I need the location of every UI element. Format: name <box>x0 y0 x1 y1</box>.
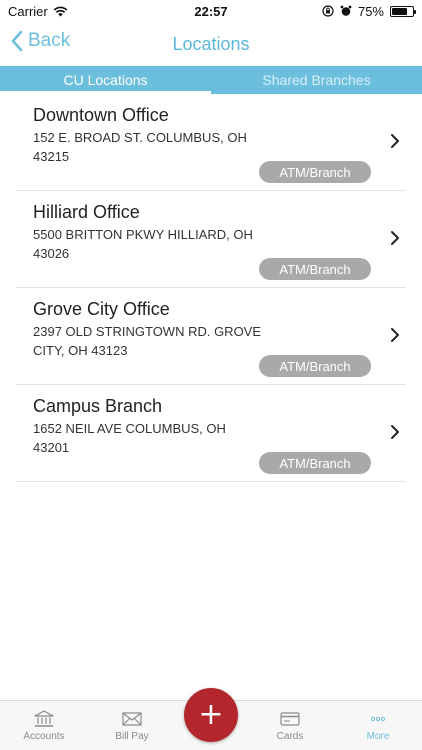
tab-accounts-label: Accounts <box>23 731 65 742</box>
status-left: Carrier <box>8 4 138 19</box>
battery-fill <box>392 7 407 15</box>
location-address: 5500 BRITTON PKWY HILLIARD, OH 43026 <box>33 227 253 261</box>
alarm-icon <box>340 5 352 16</box>
tab-shared-branches[interactable]: Shared Branches <box>211 66 422 94</box>
tab-bill-pay-label: Bill Pay <box>115 731 149 742</box>
chevron-right-icon <box>391 328 399 342</box>
location-type-badge: ATM/Branch <box>259 161 371 183</box>
tab-bill-pay[interactable]: Bill Pay <box>88 701 176 750</box>
tab-accounts[interactable]: Accounts <box>0 701 88 750</box>
location-address: 1652 NEIL AVE COLUMBUS, OH 43201 <box>33 421 226 455</box>
chevron-right-icon <box>391 231 399 245</box>
location-name: Downtown Office <box>33 105 169 125</box>
tab-more[interactable]: More <box>334 701 422 750</box>
location-type-badge: ATM/Branch <box>259 258 371 280</box>
battery-percent: 75% <box>357 3 384 19</box>
envelope-icon <box>122 712 142 726</box>
tab-cu-locations[interactable]: CU Locations <box>0 66 211 94</box>
plus-icon: + <box>198 697 224 732</box>
tab-cards[interactable]: Cards <box>246 701 334 750</box>
chevron-right-icon <box>391 425 399 439</box>
wifi-icon <box>53 6 68 16</box>
status-right: 75% <box>284 3 416 19</box>
location-row-downtown-office[interactable]: Downtown Office 152 E. BROAD ST. COLUMBU… <box>16 94 406 191</box>
orientation-lock-icon <box>322 5 334 17</box>
page-title: Locations <box>172 33 250 54</box>
location-row-campus-branch[interactable]: Campus Branch 1652 NEIL AVE COLUMBUS, OH… <box>16 385 406 482</box>
location-name: Hilliard Office <box>33 202 140 222</box>
back-label: Back <box>28 30 71 51</box>
carrier-label: Carrier <box>8 3 48 19</box>
chevron-left-icon <box>11 30 23 52</box>
location-name: Grove City Office <box>33 299 170 319</box>
status-bar: Carrier 22:57 75% <box>0 0 422 22</box>
bank-icon <box>34 710 54 727</box>
ellipsis-icon <box>370 716 386 722</box>
status-time: 22:57 <box>194 3 228 19</box>
chevron-right-icon <box>391 134 399 148</box>
navigation-bar: Back Locations <box>0 22 422 66</box>
location-type-badge: ATM/Branch <box>259 452 371 474</box>
add-button[interactable]: + <box>184 688 238 742</box>
location-tabs: CU Locations Shared Branches <box>0 66 422 94</box>
card-icon <box>280 712 300 726</box>
location-name: Campus Branch <box>33 396 163 416</box>
location-row-hilliard-office[interactable]: Hilliard Office 5500 BRITTON PKWY HILLIA… <box>16 191 406 288</box>
battery-icon <box>390 5 416 17</box>
locations-list: Downtown Office 152 E. BROAD ST. COLUMBU… <box>0 94 422 482</box>
location-row-grove-city-office[interactable]: Grove City Office 2397 OLD STRINGTOWN RD… <box>16 288 406 385</box>
location-type-badge: ATM/Branch <box>259 355 371 377</box>
tab-cards-label: Cards <box>276 731 304 742</box>
back-button[interactable]: Back <box>10 30 70 52</box>
location-address: 152 E. BROAD ST. COLUMBUS, OH 43215 <box>33 130 247 164</box>
tab-more-label: More <box>366 731 390 742</box>
location-address: 2397 OLD STRINGTOWN RD. GROVE CITY, OH 4… <box>33 324 262 358</box>
